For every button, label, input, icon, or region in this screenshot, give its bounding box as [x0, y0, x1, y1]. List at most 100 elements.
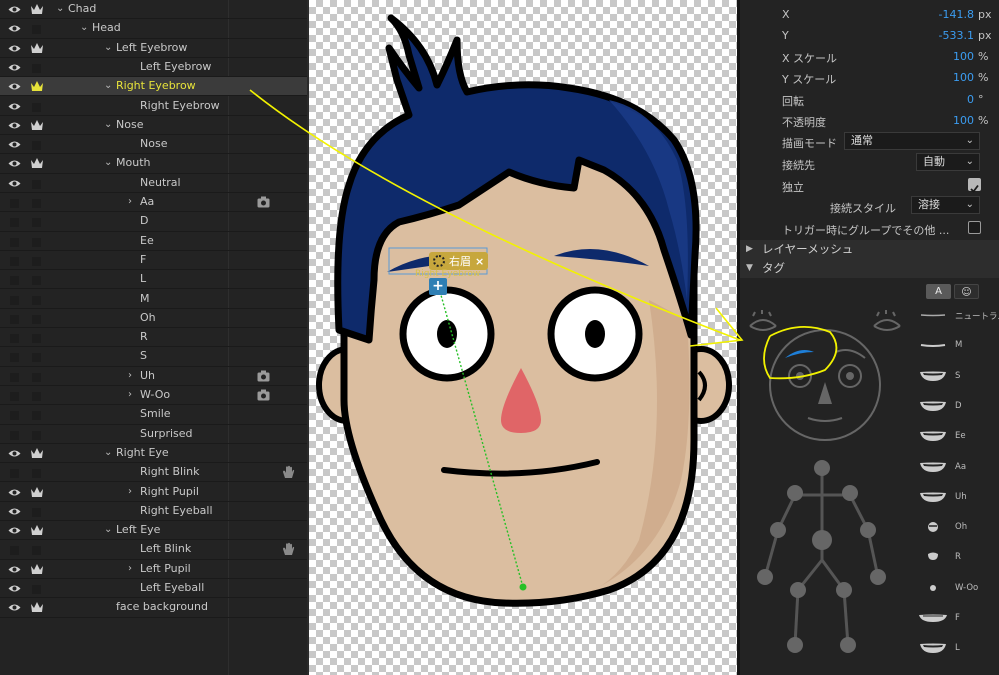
mouth-tag-item[interactable]: Oh — [915, 517, 999, 537]
mouth-tag-item[interactable]: D — [915, 396, 999, 416]
layer-row[interactable]: face background — [0, 598, 307, 618]
visibility-eye-icon[interactable] — [8, 102, 21, 111]
layer-row[interactable]: ⌄ Right Eyebrow — [0, 77, 307, 97]
layer-row[interactable]: Left Eyebrow — [0, 58, 307, 78]
visibility-eye-icon[interactable] — [8, 179, 21, 188]
layer-row[interactable]: Oh — [0, 309, 307, 329]
visibility-eye-icon[interactable] — [8, 5, 21, 14]
mouth-tag-item[interactable]: L — [915, 638, 999, 658]
visibility-eye-icon[interactable] — [8, 159, 21, 168]
crown-icon[interactable] — [30, 42, 44, 54]
crown-off-box[interactable] — [32, 353, 41, 363]
blend-mode-dropdown[interactable]: 通常 ⌄ — [844, 132, 980, 150]
visibility-eye-icon[interactable] — [8, 488, 21, 497]
layer-row[interactable]: ⌄ Head — [0, 19, 307, 39]
visibility-eye-icon[interactable] — [8, 121, 21, 130]
visibility-eye-icon[interactable] — [8, 24, 21, 33]
left-eyebrow-tag-icon[interactable] — [835, 349, 866, 359]
visibility-off-box[interactable] — [10, 256, 19, 266]
chevron-right-icon[interactable]: › — [128, 197, 138, 207]
prop-x-value[interactable]: -141.8 — [939, 8, 974, 21]
visibility-off-box[interactable] — [10, 430, 19, 440]
camera-icon[interactable] — [257, 370, 270, 382]
mouth-tag-item[interactable]: S — [915, 366, 999, 386]
attach-style-dropdown[interactable]: 溶接 ⌄ — [911, 196, 980, 214]
layer-row[interactable]: Ee — [0, 232, 307, 251]
crown-off-box[interactable] — [32, 469, 41, 479]
prop-yscale-value[interactable]: 100 — [953, 71, 974, 84]
mouth-tag-item[interactable]: Ee — [915, 426, 999, 446]
crown-icon[interactable] — [30, 601, 44, 613]
crown-off-box[interactable] — [32, 25, 41, 35]
chevron-right-icon[interactable]: › — [128, 563, 138, 574]
crown-off-box[interactable] — [32, 102, 41, 112]
layer-row[interactable]: ⌄ Chad — [0, 0, 307, 20]
layer-row[interactable]: R — [0, 328, 307, 348]
visibility-eye-icon[interactable] — [8, 449, 21, 458]
layer-row[interactable]: Right Eyeball — [0, 502, 307, 522]
layer-row[interactable]: Left Eyeball — [0, 579, 307, 599]
crown-off-box[interactable] — [32, 295, 41, 305]
mouth-tag-item[interactable]: M — [915, 335, 999, 355]
crown-off-box[interactable] — [32, 334, 41, 344]
crown-off-box[interactable] — [32, 507, 41, 517]
visibility-off-box[interactable] — [10, 199, 19, 208]
crown-icon[interactable] — [30, 119, 44, 131]
crown-off-box[interactable] — [32, 141, 41, 151]
right-eyebrow-tag-icon[interactable] — [785, 350, 814, 358]
crown-off-box[interactable] — [32, 237, 41, 247]
visibility-eye-icon[interactable] — [8, 526, 21, 535]
prop-xscale-value[interactable]: 100 — [953, 50, 974, 63]
mouth-tag-item[interactable]: R — [915, 547, 999, 567]
crown-off-box[interactable] — [32, 430, 41, 440]
visibility-off-box[interactable] — [10, 372, 19, 382]
tag-face-view-button[interactable]: ☺ — [954, 284, 979, 299]
blink-tag-left[interactable] — [749, 310, 777, 331]
crown-off-box[interactable] — [32, 63, 41, 73]
prop-y-value[interactable]: -533.1 — [939, 29, 974, 42]
crown-off-box[interactable] — [32, 179, 41, 189]
visibility-off-box[interactable] — [10, 546, 19, 556]
mouth-tag-item[interactable]: F — [915, 608, 999, 628]
layer-row[interactable]: Surprised — [0, 425, 307, 444]
chevron-down-icon[interactable]: ⌄ — [104, 81, 114, 91]
camera-icon[interactable] — [257, 196, 270, 208]
layer-row[interactable]: M — [0, 290, 307, 309]
layer-row[interactable]: ⌄ Left Eyebrow — [0, 39, 307, 58]
layer-row[interactable]: Left Blink — [0, 540, 307, 560]
crown-icon[interactable] — [30, 486, 44, 498]
layer-row[interactable]: Nose — [0, 135, 307, 155]
visibility-eye-icon[interactable] — [8, 63, 21, 72]
chevron-down-icon[interactable]: ⌄ — [104, 447, 114, 458]
layer-row[interactable]: › Left Pupil — [0, 560, 307, 579]
independent-checkbox[interactable] — [968, 178, 981, 193]
layer-row[interactable]: F — [0, 251, 307, 271]
trigger-group-checkbox[interactable] — [968, 221, 981, 234]
layer-row[interactable]: ⌄ Right Eye — [0, 444, 307, 464]
chevron-right-icon[interactable]: › — [128, 370, 138, 381]
crown-icon[interactable] — [30, 447, 44, 459]
mouth-tag-item[interactable]: W-Oo — [915, 578, 999, 598]
layer-row[interactable]: › Right Pupil — [0, 483, 307, 502]
crown-off-box[interactable] — [32, 372, 41, 382]
crown-off-box[interactable] — [32, 199, 41, 208]
visibility-off-box[interactable] — [10, 469, 19, 479]
crown-off-box[interactable] — [32, 314, 41, 324]
mouth-tag-item[interactable]: Uh — [915, 487, 999, 507]
mouth-tag-icon[interactable] — [807, 417, 843, 422]
chevron-right-icon[interactable]: › — [128, 390, 138, 400]
layer-row[interactable]: Right Eyebrow — [0, 97, 307, 116]
crown-off-box[interactable] — [32, 218, 41, 228]
section-tags[interactable]: ▼ タグ — [740, 259, 999, 278]
hand-icon[interactable] — [282, 542, 295, 556]
layer-row[interactable]: › Aa — [0, 193, 307, 213]
layer-row[interactable]: Neutral — [0, 174, 307, 193]
layer-row[interactable]: ⌄ Mouth — [0, 154, 307, 174]
layer-row[interactable]: D — [0, 212, 307, 232]
crown-off-box[interactable] — [32, 585, 41, 594]
attach-to-dropdown[interactable]: 自動 ⌄ — [916, 153, 980, 171]
crown-off-box[interactable] — [32, 546, 41, 556]
visibility-off-box[interactable] — [10, 334, 19, 344]
mouth-tag-item[interactable]: ニュートラル — [915, 305, 999, 325]
visibility-off-box[interactable] — [10, 392, 19, 401]
